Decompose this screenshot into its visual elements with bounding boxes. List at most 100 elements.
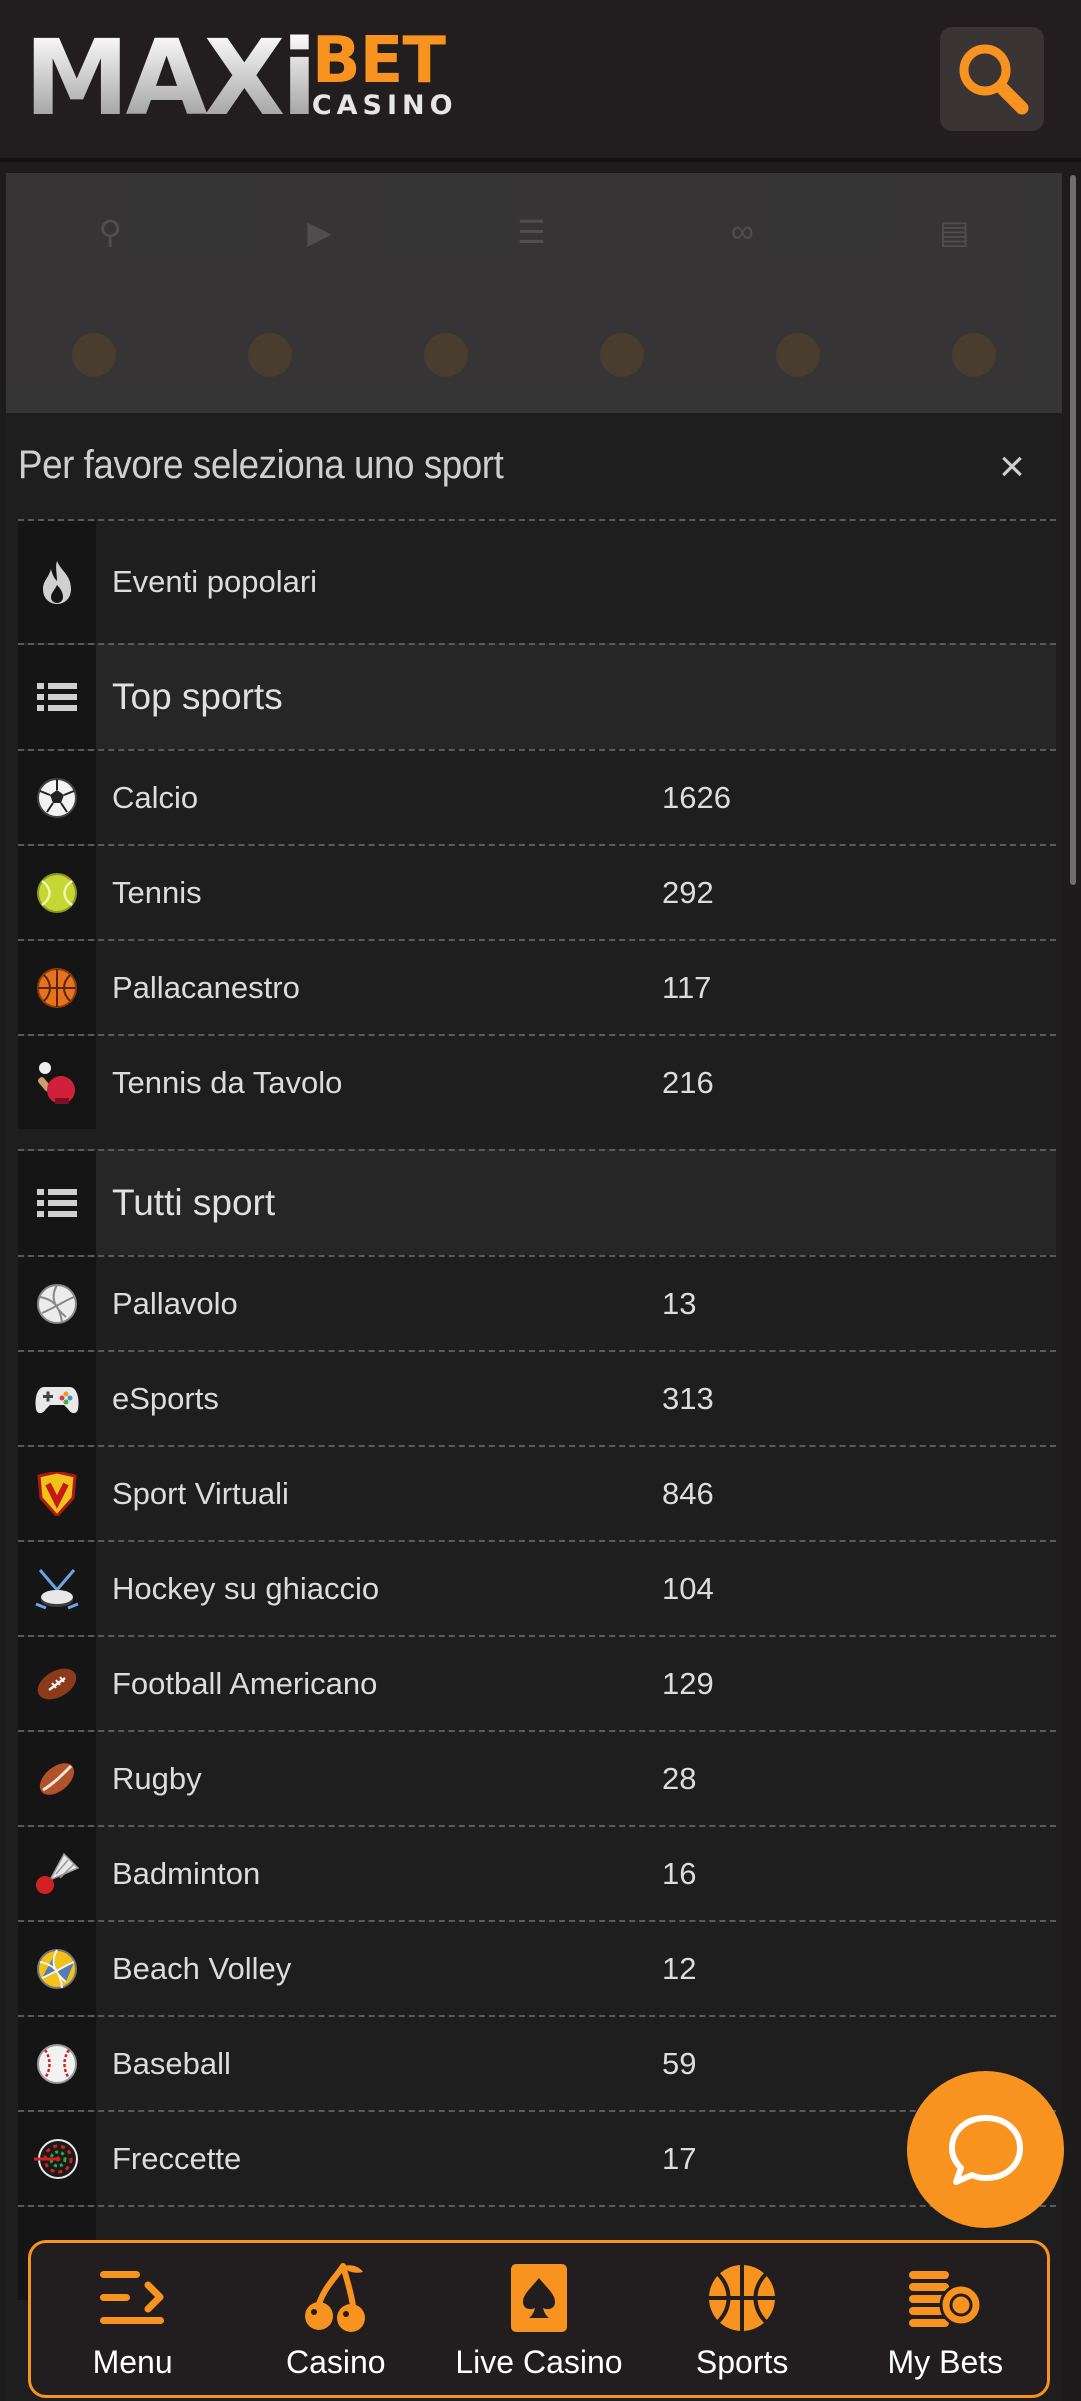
dimmed-sport-icon <box>600 333 644 377</box>
close-icon[interactable]: × <box>992 445 1032 489</box>
dimmed-betslip-icon: ▤ <box>939 214 970 250</box>
sport-item-calcio[interactable]: Calcio 1626 <box>18 749 1056 844</box>
sport-label: Calcio <box>112 779 199 815</box>
bottom-navigation: Menu Casino Live Casino Sports My Bets <box>28 2240 1050 2398</box>
sport-label: eSports <box>112 1380 219 1416</box>
dimmed-sports-row <box>6 333 1062 377</box>
sport-item-tennis-da-tavolo[interactable]: Tennis da Tavolo 216 <box>18 1034 1056 1129</box>
nav-sports-label: Sports <box>695 2343 789 2380</box>
icon-cell <box>18 1352 96 1445</box>
chat-bubble-icon <box>948 2114 1023 2185</box>
list-icon <box>37 1189 77 1217</box>
sport-item-beach-volley[interactable]: Beach Volley 12 <box>18 1920 1056 2015</box>
volleyball-icon <box>37 1283 77 1324</box>
event-count: 129 <box>662 1665 714 1701</box>
icon-cell <box>18 1922 96 2015</box>
event-count: 16 <box>662 1855 697 1891</box>
sport-label: Badminton <box>112 1855 261 1891</box>
maxibet-logo[interactable]: MAXi BET CASINO <box>24 17 458 139</box>
top-sports-heading: Top sports <box>112 676 283 717</box>
dimmed-nav-row: ⚲ ▶ ☰ ∞ ▤ <box>6 213 1062 251</box>
icon-cell <box>18 751 96 844</box>
logo-casino-text: CASINO <box>311 90 458 121</box>
dimmed-sport-icon <box>424 333 468 377</box>
logo-maxi-text: MAXi <box>24 17 318 139</box>
sport-item-baseball[interactable]: Baseball 59 <box>18 2015 1056 2110</box>
icon-cell <box>18 1036 96 1129</box>
basketball-icon <box>37 967 77 1008</box>
dimmed-background-content: ⚲ ▶ ☰ ∞ ▤ <box>6 173 1062 413</box>
dimmed-live-icon: ▶ <box>307 214 332 250</box>
menu-icon <box>99 2270 164 2324</box>
event-count: 216 <box>662 1064 714 1100</box>
virtual-sports-icon <box>37 1471 77 1516</box>
icon-cell <box>18 1637 96 1730</box>
sport-item-pallavolo[interactable]: Pallavolo 13 <box>18 1255 1056 1350</box>
panel-title: Per favore seleziona uno sport <box>18 443 504 487</box>
search-button[interactable] <box>940 27 1044 131</box>
sport-label: Beach Volley <box>112 1950 292 1986</box>
event-count: 846 <box>662 1475 714 1511</box>
sport-label: Tennis <box>112 874 202 910</box>
nav-menu[interactable]: Menu <box>38 2258 228 2381</box>
live-chat-button[interactable] <box>907 2071 1064 2228</box>
sport-item-football-americano[interactable]: Football Americano 129 <box>18 1635 1056 1730</box>
sport-label: Pallacanestro <box>112 969 300 1005</box>
icon-cell <box>18 941 96 1034</box>
event-count: 292 <box>662 874 714 910</box>
logo-bet-text: BET <box>311 24 446 98</box>
sport-label: Freccette <box>112 2140 242 2176</box>
sport-item-badminton[interactable]: Badminton 16 <box>18 1825 1056 1920</box>
soccer-ball-icon <box>37 777 77 818</box>
page-scrollbar[interactable] <box>1070 175 1076 885</box>
nav-live-casino-label: Live Casino <box>455 2343 623 2380</box>
nav-casino[interactable]: Casino <box>241 2258 431 2381</box>
tennis-ball-icon <box>37 872 77 913</box>
list-icon-cell <box>18 1151 96 1255</box>
dimmed-search-icon: ⚲ <box>98 214 123 250</box>
icon-cell <box>18 1257 96 1350</box>
icon-cell <box>18 2017 96 2110</box>
shuttlecock-icon <box>36 1852 80 1894</box>
popular-events-label: Eventi popolari <box>112 564 318 599</box>
nav-sports[interactable]: Sports <box>647 2258 837 2381</box>
sport-label: Sport Virtuali <box>112 1475 289 1511</box>
all-sports-heading: Tutti sport <box>112 1182 276 1223</box>
playing-card-icon <box>510 2263 567 2332</box>
nav-live-casino[interactable]: Live Casino <box>444 2258 634 2381</box>
dimmed-sport-icon <box>776 333 820 377</box>
dimmed-sport-icon <box>952 333 996 377</box>
sport-list: Eventi popolari Top sports Calcio 1626 T… <box>18 519 1056 2300</box>
event-count: 28 <box>662 1760 697 1796</box>
popular-events-item[interactable]: Eventi popolari <box>18 519 1056 643</box>
sport-item-sport-virtuali[interactable]: Sport Virtuali 846 <box>18 1445 1056 1540</box>
event-count: 104 <box>662 1570 714 1606</box>
event-count: 13 <box>662 1285 697 1321</box>
nav-casino-label: Casino <box>285 2343 386 2380</box>
sport-label: Baseball <box>112 2045 231 2081</box>
sport-item-esports[interactable]: eSports 313 <box>18 1350 1056 1445</box>
sport-item-tennis[interactable]: Tennis 292 <box>18 844 1056 939</box>
table-tennis-icon <box>38 1061 75 1104</box>
logo-right: BET CASINO <box>311 24 458 121</box>
event-count: 12 <box>662 1950 697 1986</box>
sport-select-panel: Per favore seleziona uno sport × Eventi … <box>6 413 1062 2401</box>
nav-my-bets[interactable]: My Bets <box>850 2258 1040 2381</box>
icon-cell <box>18 1447 96 1540</box>
sport-label: Rugby <box>112 1760 202 1796</box>
nav-my-bets-label: My Bets <box>887 2343 1004 2380</box>
event-count: 313 <box>662 1380 714 1416</box>
top-header: MAXi BET CASINO <box>0 0 1081 162</box>
icon-cell <box>18 846 96 939</box>
flame-icon <box>43 561 71 604</box>
basketball-icon <box>709 2264 776 2331</box>
popular-icon-cell <box>18 521 96 643</box>
sport-item-pallacanestro[interactable]: Pallacanestro 117 <box>18 939 1056 1034</box>
icon-cell <box>18 1827 96 1920</box>
sport-item-rugby[interactable]: Rugby 28 <box>18 1730 1056 1825</box>
top-sports-header: Top sports <box>18 643 1056 749</box>
dimmed-list-icon: ☰ <box>517 214 546 250</box>
sport-item-freccette[interactable]: Freccette 17 <box>18 2110 1056 2205</box>
sport-item-hockey-su-ghiaccio[interactable]: Hockey su ghiaccio 104 <box>18 1540 1056 1635</box>
